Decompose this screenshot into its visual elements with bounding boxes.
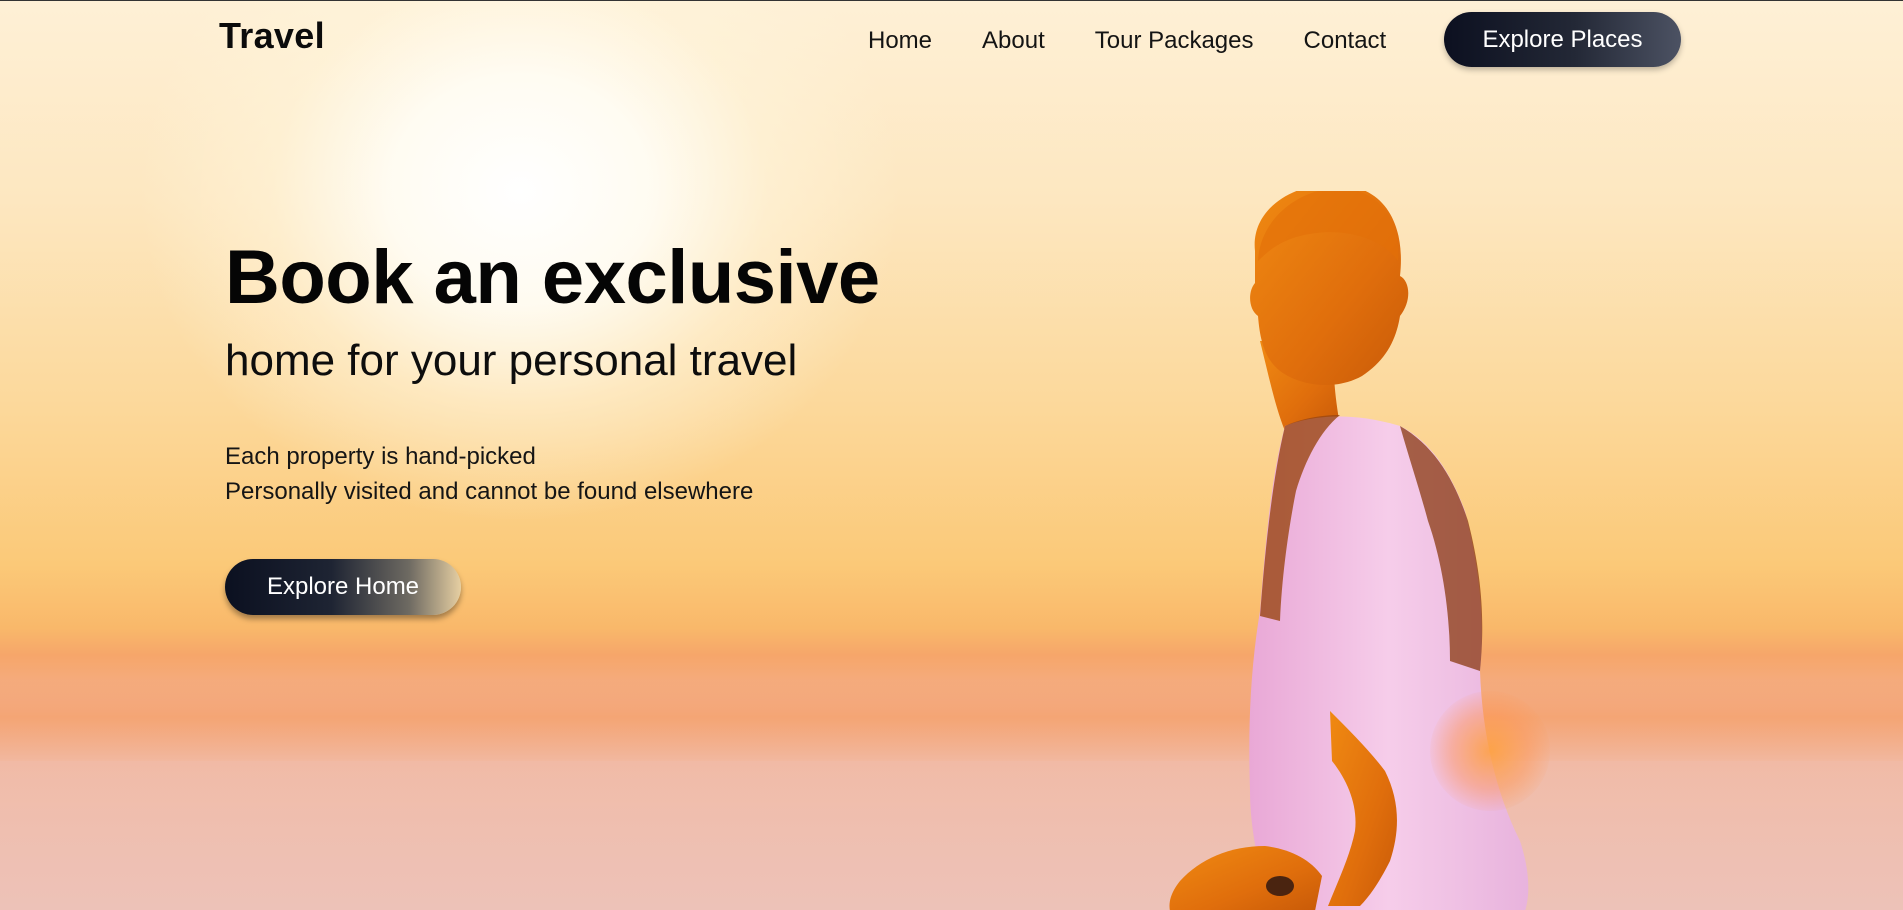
site-header: Travel Home About Tour Packages Contact … [0,1,1903,81]
nav-contact[interactable]: Contact [1304,25,1387,57]
hero-photo-person [1169,191,1529,910]
hero-section: Book an exclusive home for your personal… [225,231,985,615]
hero-subtitle: home for your personal travel [225,336,798,385]
nav-tour-packages[interactable]: Tour Packages [1095,25,1254,57]
explore-home-button[interactable]: Explore Home [225,559,461,615]
landing-page: Travel Home About Tour Packages Contact … [0,0,1903,910]
explore-places-button[interactable]: Explore Places [1444,12,1681,67]
main-nav: Home About Tour Packages Contact [868,25,1386,57]
hero-description: Each property is hand-picked Personally … [225,439,985,509]
brand-logo[interactable]: Travel [219,15,325,57]
hero-desc-line-2: Personally visited and cannot be found e… [225,478,754,505]
nav-home[interactable]: Home [868,25,932,57]
hero-desc-line-1: Each property is hand-picked [225,443,536,470]
nav-about[interactable]: About [982,25,1045,57]
hero-title: Book an exclusive [225,235,880,320]
